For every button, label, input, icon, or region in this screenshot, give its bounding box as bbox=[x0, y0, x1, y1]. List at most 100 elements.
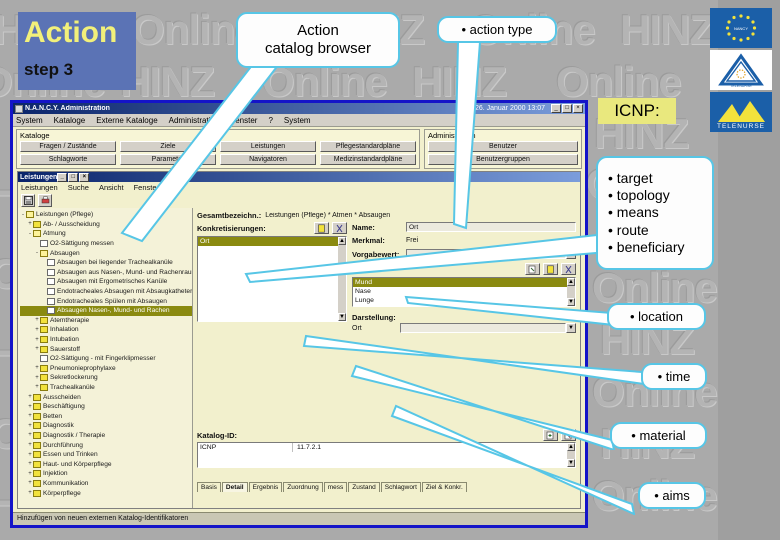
minimize-button[interactable]: _ bbox=[551, 104, 561, 113]
tree-item[interactable]: Endotracheales Absaugen mit Absaugkathet… bbox=[20, 287, 192, 297]
pointer-aims bbox=[390, 400, 635, 515]
folder-icon bbox=[33, 479, 41, 487]
tree-item-label: Kommunikation bbox=[43, 479, 89, 487]
tree-item-label: Pneumonieprophylaxe bbox=[50, 364, 116, 372]
callout-text: • location bbox=[630, 308, 683, 324]
folder-icon bbox=[40, 383, 48, 391]
tree-item-label: Trachealkanüle bbox=[50, 383, 95, 391]
tree-item[interactable]: + Injektion bbox=[20, 469, 192, 479]
tree-item[interactable]: + Sekretlockerung bbox=[20, 373, 192, 383]
folder-icon bbox=[33, 431, 41, 439]
tab-mess[interactable]: mess bbox=[323, 482, 348, 492]
folder-icon bbox=[40, 345, 48, 353]
tree-item-label: Absaugen bei liegender Trachealkanüle bbox=[57, 259, 173, 267]
tree-item-label: Inhalation bbox=[50, 326, 79, 334]
folder-icon bbox=[33, 441, 41, 449]
watermark-text: HINZ bbox=[620, 6, 715, 53]
document-icon bbox=[47, 297, 55, 305]
callout-text: • action type bbox=[461, 21, 533, 37]
tree-item-label: Sekretlockerung bbox=[50, 374, 98, 382]
tab-basis[interactable]: Basis bbox=[197, 482, 221, 492]
tree-item-label: Absaugen aus Nasen-, Mund- und Rachenrau… bbox=[57, 268, 193, 276]
telenurse-logo: TELENURSE bbox=[710, 92, 772, 132]
tree-item-label: Ausscheiden bbox=[43, 393, 81, 401]
tree-item[interactable]: + Sauerstoff bbox=[20, 344, 192, 354]
pointer-action-type bbox=[440, 42, 520, 232]
child-maximize-button[interactable]: □ bbox=[68, 172, 79, 182]
tree-item[interactable]: + Diagnostik bbox=[20, 421, 192, 431]
folder-icon bbox=[33, 230, 41, 238]
child-close-button[interactable]: × bbox=[79, 172, 90, 182]
tree-item[interactable]: + Inhalation bbox=[20, 325, 192, 335]
save-icon[interactable] bbox=[21, 194, 35, 207]
eu-flag-logo: NANCY bbox=[710, 8, 772, 48]
window-controls[interactable]: _ □ × bbox=[551, 104, 583, 113]
menu-item[interactable]: Kataloge bbox=[54, 116, 86, 125]
tree-item[interactable]: + Trachealkanüle bbox=[20, 383, 192, 393]
tree-item-label: Leistungen (Pflege) bbox=[36, 211, 94, 219]
document-icon bbox=[47, 307, 55, 315]
page-title: Action bbox=[24, 16, 118, 49]
tree-item[interactable]: O2-Sättigung - mit Fingerklipmesser bbox=[20, 354, 192, 364]
tree-item[interactable]: + Durchführung bbox=[20, 440, 192, 450]
tab-detail[interactable]: Detail bbox=[221, 482, 248, 492]
pointer-axes bbox=[240, 230, 610, 290]
tree-item[interactable]: Absaugen Nasen-, Mund- und Rachen bbox=[20, 305, 192, 316]
document-icon bbox=[47, 288, 55, 296]
child-menu-item[interactable]: Suche bbox=[68, 183, 89, 192]
tree-item[interactable]: + Ausscheiden bbox=[20, 392, 192, 402]
folder-icon bbox=[40, 316, 48, 324]
tree-item[interactable]: + Intubation bbox=[20, 335, 192, 345]
tree-item[interactable]: + Essen und Trinken bbox=[20, 450, 192, 460]
tree-item[interactable]: + Atemtherapie bbox=[20, 316, 192, 326]
callout-text: Action catalog browser bbox=[265, 21, 371, 57]
tree-item[interactable]: + Haut- und Körperpflege bbox=[20, 459, 192, 469]
folder-icon bbox=[40, 326, 48, 334]
scroll-down-arrow[interactable]: ▼ bbox=[338, 313, 346, 321]
tree-item[interactable]: + Pneumonieprophylaxe bbox=[20, 364, 192, 374]
pointer-location bbox=[400, 295, 615, 335]
close-button[interactable]: × bbox=[573, 104, 583, 113]
tree-item-label: Atmung bbox=[43, 230, 66, 238]
tree-item-label: Ab- / Ausscheidung bbox=[43, 220, 100, 228]
tree-item-label: Beschäftigung bbox=[43, 403, 85, 411]
callout-text: • target • topology • means • route • be… bbox=[608, 170, 685, 255]
tab-ergebnis[interactable]: Ergebnis bbox=[248, 482, 283, 492]
tab-zuordnung[interactable]: Zuordnung bbox=[283, 482, 323, 492]
folder-icon bbox=[33, 403, 41, 411]
tree-item[interactable]: + Kommunikation bbox=[20, 479, 192, 489]
folder-icon bbox=[33, 451, 41, 459]
tree-item-label: Atemtherapie bbox=[50, 316, 90, 324]
child-window-controls[interactable]: _ □ × bbox=[57, 172, 90, 182]
menu-item[interactable]: System bbox=[16, 116, 43, 125]
print-icon[interactable] bbox=[38, 194, 52, 207]
folder-icon bbox=[33, 412, 41, 420]
tree-item[interactable]: Absaugen mit Ergometrisches Kanüle bbox=[20, 277, 192, 287]
tree-item-label: Essen und Trinken bbox=[43, 451, 98, 459]
callout-location: • location bbox=[607, 303, 706, 330]
tree-item[interactable]: Endotracheales Spülen mit Absaugen bbox=[20, 296, 192, 306]
tree-item-label: Haut- und Körperpflege bbox=[43, 460, 112, 468]
child-menu-item[interactable]: Leistungen bbox=[21, 183, 58, 192]
tree-item[interactable]: Absaugen bei liegender Trachealkanüle bbox=[20, 258, 192, 268]
maximize-button[interactable]: □ bbox=[562, 104, 572, 113]
folder-icon bbox=[40, 364, 48, 372]
tree-item[interactable]: + Beschäftigung bbox=[20, 402, 192, 412]
tree-item-label: Diagnostik / Therapie bbox=[43, 431, 106, 439]
folder-icon bbox=[33, 470, 41, 478]
tree-item[interactable]: - Absaugen bbox=[20, 248, 192, 258]
folder-icon bbox=[33, 220, 41, 228]
tab-zustand[interactable]: Zustand bbox=[348, 482, 380, 492]
tree-item[interactable]: + Körperpflege bbox=[20, 488, 192, 498]
tree-item[interactable]: + Diagnostik / Therapie bbox=[20, 431, 192, 441]
tree-item[interactable]: Absaugen aus Nasen-, Mund- und Rachenrau… bbox=[20, 268, 192, 278]
child-minimize-button[interactable]: _ bbox=[57, 172, 68, 182]
folder-icon bbox=[26, 211, 34, 219]
document-icon bbox=[40, 240, 48, 248]
folder-icon bbox=[40, 336, 48, 344]
folder-icon bbox=[40, 249, 48, 257]
folder-icon bbox=[40, 374, 48, 382]
tree-item-label: Betten bbox=[43, 412, 63, 420]
tree-item[interactable]: + Betten bbox=[20, 411, 192, 421]
catalog-tree[interactable]: - Leistungen (Pflege) + Ab- / Ausscheidung -… bbox=[18, 208, 193, 508]
